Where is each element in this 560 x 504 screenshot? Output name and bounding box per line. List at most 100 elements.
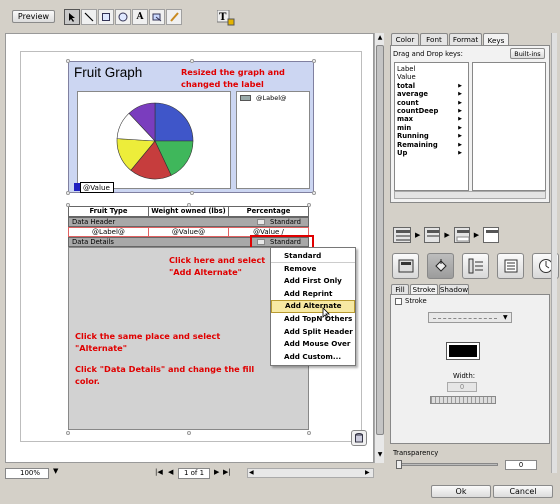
- next-page-icon[interactable]: ▶: [214, 468, 219, 476]
- scroll-right-icon[interactable]: ▶: [365, 469, 370, 476]
- data-details-label: Data Details: [72, 238, 114, 246]
- right-panel-scrollbar[interactable]: [551, 33, 557, 473]
- tab-stroke[interactable]: Stroke: [410, 284, 438, 294]
- submenu-arrow-icon: ▶: [458, 124, 462, 131]
- legend-area[interactable]: [236, 91, 310, 189]
- column-header[interactable]: Weight owned (lbs): [149, 207, 229, 216]
- text-tool-icon[interactable]: A: [132, 9, 148, 25]
- svg-text:T: T: [219, 12, 227, 23]
- tab-color[interactable]: Color: [391, 33, 419, 45]
- ok-button[interactable]: Ok: [431, 485, 491, 498]
- keys-item[interactable]: min ▶: [397, 124, 468, 132]
- transparency-slider-thumb[interactable]: [396, 460, 402, 469]
- band-style-icon[interactable]: [392, 253, 419, 279]
- tab-shadow[interactable]: Shadow: [439, 284, 469, 294]
- resize-handle[interactable]: [66, 203, 70, 207]
- horizontal-scrollbar[interactable]: ◀ ▶: [247, 468, 374, 478]
- keys-item[interactable]: count ▶: [397, 99, 468, 107]
- band-level-icon[interactable]: [483, 227, 500, 243]
- subkeys-list[interactable]: [472, 62, 546, 191]
- menu-item[interactable]: Add Mouse Over: [271, 338, 355, 351]
- band-level-icon[interactable]: [393, 227, 411, 243]
- submenu-arrow-icon: ▶: [458, 149, 462, 156]
- scroll-thumb[interactable]: [376, 45, 384, 435]
- preview-button[interactable]: Preview: [12, 10, 55, 23]
- menu-item[interactable]: Add Alternate: [271, 300, 355, 313]
- menu-item[interactable]: Add TopN Others: [271, 313, 355, 326]
- resize-handle[interactable]: [66, 191, 70, 195]
- fill-bucket-icon[interactable]: [427, 253, 454, 279]
- column-header[interactable]: Fruit Type: [69, 207, 149, 216]
- keys-item[interactable]: average ▶: [397, 90, 468, 98]
- builtins-button[interactable]: Built-ins: [510, 48, 545, 59]
- last-page-icon[interactable]: ▶|: [223, 468, 231, 476]
- keys-item-label: Value: [397, 73, 416, 82]
- menu-item[interactable]: Add Custom...: [271, 351, 355, 364]
- resize-handle[interactable]: [312, 59, 316, 63]
- zoom-field[interactable]: 100%: [5, 468, 49, 479]
- menu-item[interactable]: Remove: [271, 263, 355, 276]
- select-arrow-icon[interactable]: [64, 9, 80, 25]
- column-layout-icon[interactable]: [462, 253, 489, 279]
- stroke-style-dropdown[interactable]: ▼: [428, 312, 512, 323]
- pie-plot-area[interactable]: [77, 91, 231, 189]
- menu-item[interactable]: Add First Only: [271, 275, 355, 288]
- page-icon[interactable]: [351, 430, 367, 446]
- data-header-band[interactable]: Data Header Standard: [68, 217, 309, 227]
- column-header[interactable]: Percentage: [229, 207, 308, 216]
- text-format-icon[interactable]: T: [216, 9, 235, 26]
- keys-item[interactable]: Value: [397, 73, 468, 81]
- menu-item[interactable]: Standard: [271, 250, 355, 263]
- keys-item-label: count: [397, 98, 419, 107]
- tab-fill[interactable]: Fill: [391, 284, 409, 294]
- cancel-button[interactable]: Cancel: [493, 485, 553, 498]
- first-page-icon[interactable]: |◀: [155, 468, 163, 476]
- keys-item[interactable]: Running ▶: [397, 132, 468, 140]
- pencil-tool-icon[interactable]: [166, 9, 182, 25]
- data-header-style: Standard: [270, 218, 301, 226]
- resize-handle[interactable]: [190, 191, 194, 195]
- line-tool-icon[interactable]: [81, 9, 97, 25]
- resize-handle[interactable]: [66, 431, 70, 435]
- scroll-down-icon[interactable]: ▼: [376, 451, 384, 459]
- keys-item-label: Up: [397, 148, 408, 157]
- shape-tool-icon[interactable]: [149, 9, 165, 25]
- menu-item[interactable]: Add Split Header: [271, 326, 355, 339]
- page-field[interactable]: 1 of 1: [178, 468, 210, 479]
- rectangle-tool-icon[interactable]: [98, 9, 114, 25]
- scroll-up-icon[interactable]: ▲: [376, 34, 384, 42]
- tab-format[interactable]: Format: [449, 33, 482, 45]
- width-slider[interactable]: [430, 396, 496, 404]
- width-field[interactable]: 0: [447, 382, 477, 392]
- keys-item[interactable]: max ▶: [397, 115, 468, 123]
- scroll-left-icon[interactable]: ◀: [249, 469, 254, 476]
- resize-handle[interactable]: [190, 59, 194, 63]
- keys-item[interactable]: countDeep ▶: [397, 107, 468, 115]
- keys-list[interactable]: Label Value total ▶ average ▶ count ▶ countDeep ▶…: [394, 62, 469, 191]
- stroke-color-swatch[interactable]: [446, 342, 480, 360]
- keys-item[interactable]: Remaining ▶: [397, 141, 468, 149]
- list-layout-icon[interactable]: [497, 253, 524, 279]
- resize-handle[interactable]: [187, 431, 191, 435]
- resize-handle[interactable]: [66, 59, 70, 63]
- keys-item[interactable]: Label: [397, 65, 468, 73]
- resize-handle[interactable]: [307, 203, 311, 207]
- transparency-label: Transparency: [393, 449, 439, 457]
- resize-handle[interactable]: [307, 431, 311, 435]
- tab-font[interactable]: Font: [420, 33, 448, 45]
- band-level-icon[interactable]: [424, 227, 441, 243]
- ellipse-tool-icon[interactable]: [115, 9, 131, 25]
- keys-item[interactable]: total ▶: [397, 82, 468, 90]
- resize-handle[interactable]: [187, 203, 191, 207]
- vertical-scrollbar[interactable]: ▲ ▼: [374, 33, 384, 463]
- transparency-field[interactable]: 0: [505, 460, 537, 470]
- zoom-dropdown-icon[interactable]: ▼: [53, 467, 58, 475]
- transparency-slider[interactable]: [396, 463, 498, 466]
- keys-hscroll[interactable]: [394, 191, 546, 199]
- resize-handle[interactable]: [312, 191, 316, 195]
- menu-item[interactable]: Add Reprint: [271, 288, 355, 301]
- stroke-checkbox[interactable]: [395, 298, 402, 305]
- keys-item[interactable]: Up ▶: [397, 149, 468, 157]
- band-level-icon[interactable]: [453, 227, 470, 243]
- prev-page-icon[interactable]: ◀: [168, 468, 173, 476]
